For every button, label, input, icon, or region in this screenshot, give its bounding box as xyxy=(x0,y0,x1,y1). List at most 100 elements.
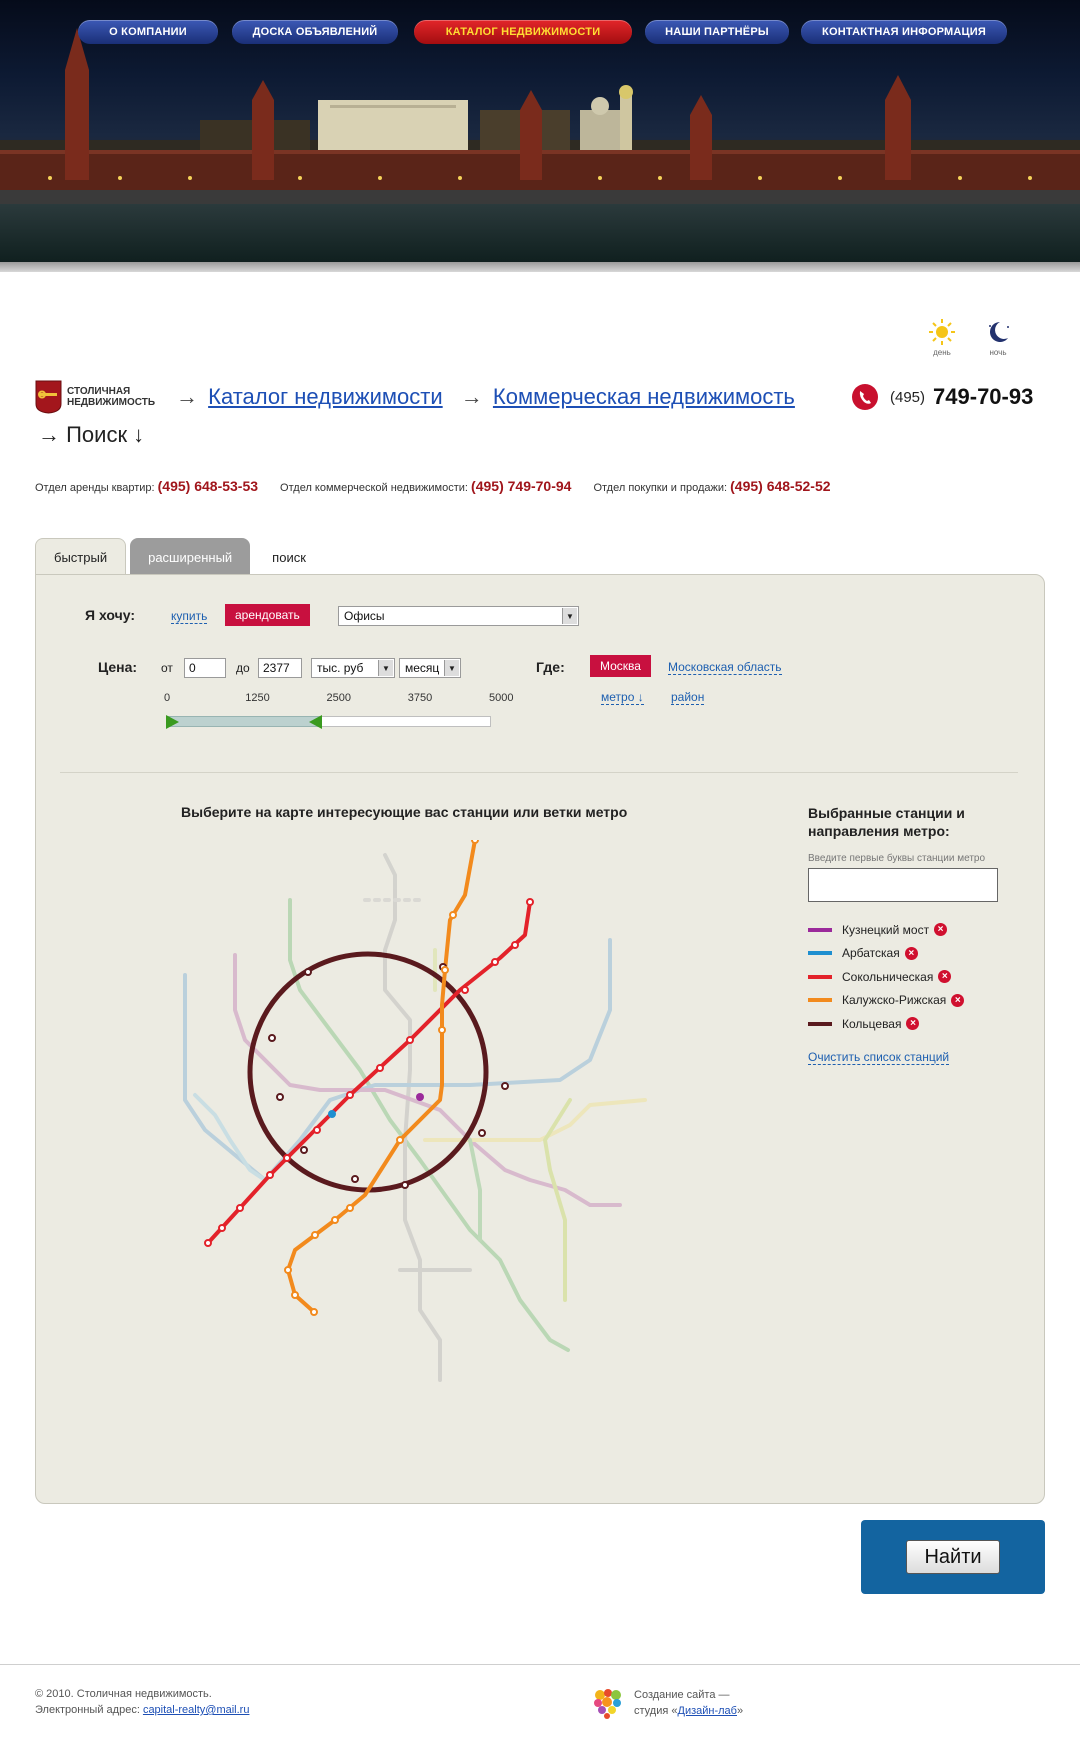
main-phone: (495) 749-70-93 xyxy=(852,384,1033,410)
line-color-swatch xyxy=(808,998,832,1003)
studio-heart-logo-icon xyxy=(594,1689,621,1719)
selected-station-name: Кольцевая xyxy=(842,1016,902,1031)
period-select[interactable]: месяц ▼ xyxy=(399,658,461,678)
clear-stations-link[interactable]: Очистить список станций xyxy=(808,1050,950,1065)
remove-station-icon[interactable]: × xyxy=(906,1017,920,1031)
slider-handle-max[interactable] xyxy=(308,715,323,729)
nav-item-contacts[interactable]: КОНТАКТНАЯ ИНФОРМАЦИЯ xyxy=(801,20,1007,44)
region-link[interactable]: Московская область xyxy=(668,660,782,675)
moscow-option[interactable]: Москва xyxy=(590,655,651,677)
chevron-down-icon: ▼ xyxy=(444,660,459,676)
selected-stations-list: Кузнецкий мост × Арбатская × Сокольническая ×… xyxy=(808,918,965,1036)
tab-quick[interactable]: быстрый xyxy=(35,538,127,576)
station-search-hint: Введите первые буквы станции метро xyxy=(808,853,986,864)
remove-station-icon[interactable]: × xyxy=(934,923,948,937)
phone-icon xyxy=(852,384,878,410)
line-color-swatch xyxy=(808,927,832,932)
rent-option[interactable]: арендовать xyxy=(225,604,310,626)
copyright-text: © 2010. Столичная недвижимость. xyxy=(35,1688,212,1700)
made-by-text-2: студия « xyxy=(634,1705,678,1717)
chevron-down-icon: ▼ xyxy=(562,608,577,624)
selected-station-item: Калужско-Рижская × xyxy=(808,989,965,1013)
buy-link[interactable]: купить xyxy=(171,609,208,624)
metro-line-yellow xyxy=(423,1098,647,1142)
line-color-swatch xyxy=(808,951,832,956)
footer-studio: Создание сайта — студия «Дизайн-лаб» xyxy=(590,1686,743,1720)
nav-item-catalog[interactable]: КАТАЛОГ НЕДВИЖИМОСТИ xyxy=(414,20,632,44)
phone-number: 749-70-93 xyxy=(933,384,1034,409)
night-option[interactable]: ночь xyxy=(981,318,1015,357)
remove-station-icon[interactable]: × xyxy=(951,993,965,1007)
selected-station-item: Сокольническая × xyxy=(808,965,964,989)
breadcrumb: → Каталог недвижимости → Коммерческая не… xyxy=(172,382,852,412)
currency-select[interactable]: тыс. руб ▼ xyxy=(311,658,395,678)
selected-station-item: Арбатская × xyxy=(808,942,964,966)
sun-icon xyxy=(929,319,955,345)
department-label: Отдел аренды квартир: xyxy=(35,482,155,494)
line-color-swatch xyxy=(808,974,832,979)
price-label: Цена: xyxy=(98,659,138,675)
department-phone: (495) 648-52-52 xyxy=(730,478,831,494)
price-slider[interactable]: 0 1250 2500 3750 5000 xyxy=(164,692,513,732)
selected-station-name: Сокольническая xyxy=(842,969,934,984)
slider-tick-label: 2500 xyxy=(326,692,351,704)
logo-emblem-icon xyxy=(35,380,62,414)
slider-range-fill xyxy=(166,716,321,727)
station-search-input[interactable] xyxy=(808,868,998,902)
selected-station-item: Кузнецкий мост × xyxy=(808,918,964,942)
slider-tick-label: 3750 xyxy=(407,692,433,704)
nav-item-partners[interactable]: НАШИ ПАРТНЁРЫ xyxy=(645,20,789,44)
breadcrumb-arrow: → xyxy=(176,384,198,409)
slider-tick-label: 0 xyxy=(164,692,171,704)
currency-value: тыс. руб xyxy=(317,661,364,675)
station-arbatskaya xyxy=(328,1110,336,1118)
slider-tick-label: 1250 xyxy=(245,692,270,704)
breadcrumb-catalog-link[interactable]: Каталог недвижимости xyxy=(208,384,443,409)
selected-station-name: Кузнецкий мост xyxy=(842,922,930,937)
breadcrumb-arrow: → xyxy=(460,384,483,409)
made-by-text-3: » xyxy=(736,1705,744,1717)
moon-icon xyxy=(989,322,1009,342)
chevron-down-icon: ▼ xyxy=(378,660,393,676)
tab-search[interactable]: поиск xyxy=(254,538,324,576)
remove-station-icon[interactable]: × xyxy=(904,946,918,960)
map-title: Выберите на карте интересующие вас станц… xyxy=(181,804,628,820)
day-night-switch: день ночь xyxy=(925,318,1015,357)
property-type-select[interactable]: Офисы ▼ xyxy=(338,606,579,626)
price-to-label: до xyxy=(236,661,250,675)
department-commercial: Отдел коммерческой недвижимости: (495) 7… xyxy=(280,478,571,494)
selected-stations-title: Выбранные станции и направления метро: xyxy=(808,805,965,839)
day-label: день xyxy=(933,348,951,357)
slider-tick-label: 5000 xyxy=(489,692,514,704)
metro-link[interactable]: метро ↓ xyxy=(601,690,644,705)
want-label: Я хочу: xyxy=(85,607,135,623)
district-link[interactable]: район xyxy=(671,690,705,705)
find-button-area: Найти xyxy=(861,1520,1045,1594)
footer-divider xyxy=(0,1664,1080,1665)
search-tabs: быстрый расширенный поиск xyxy=(35,538,324,576)
department-label: Отдел покупки и продажи: xyxy=(593,482,728,494)
department-phone: (495) 749-70-94 xyxy=(471,478,572,494)
studio-link[interactable]: Дизайн-лаб xyxy=(678,1705,737,1717)
header-banner: О КОМПАНИИ ДОСКА ОБЪЯВЛЕНИЙ КАТАЛОГ НЕДВ… xyxy=(0,0,1080,272)
breadcrumb-commercial-link[interactable]: Коммерческая недвижимость xyxy=(493,384,795,409)
selected-station-item: Кольцевая × xyxy=(808,1012,964,1036)
tab-extended[interactable]: расширенный xyxy=(130,538,251,576)
metro-line-grey xyxy=(383,853,442,1382)
footer-copyright: © 2010. Столичная недвижимость. Электрон… xyxy=(35,1686,249,1718)
logo-text: СТОЛИЧНАЯ НЕДВИЖИМОСТЬ xyxy=(67,386,156,408)
where-label: Где: xyxy=(536,659,565,675)
slider-handle-min[interactable] xyxy=(166,715,180,729)
email-link[interactable]: capital-realty@mail.ru xyxy=(143,1704,250,1716)
nav-item-board[interactable]: ДОСКА ОБЪЯВЛЕНИЙ xyxy=(232,20,398,44)
price-to-input[interactable]: 2377 xyxy=(258,658,302,678)
price-from-label: от xyxy=(161,661,173,675)
nav-item-about[interactable]: О КОМПАНИИ xyxy=(78,20,218,44)
metro-map[interactable] xyxy=(170,840,710,1460)
phone-code: (495) xyxy=(890,388,926,406)
find-button[interactable]: Найти xyxy=(906,1540,1000,1574)
remove-station-icon[interactable]: × xyxy=(938,970,952,984)
price-from-input[interactable]: 0 xyxy=(184,658,226,678)
site-logo[interactable]: СТОЛИЧНАЯ НЕДВИЖИМОСТЬ xyxy=(35,380,167,414)
day-option[interactable]: день xyxy=(925,318,959,357)
